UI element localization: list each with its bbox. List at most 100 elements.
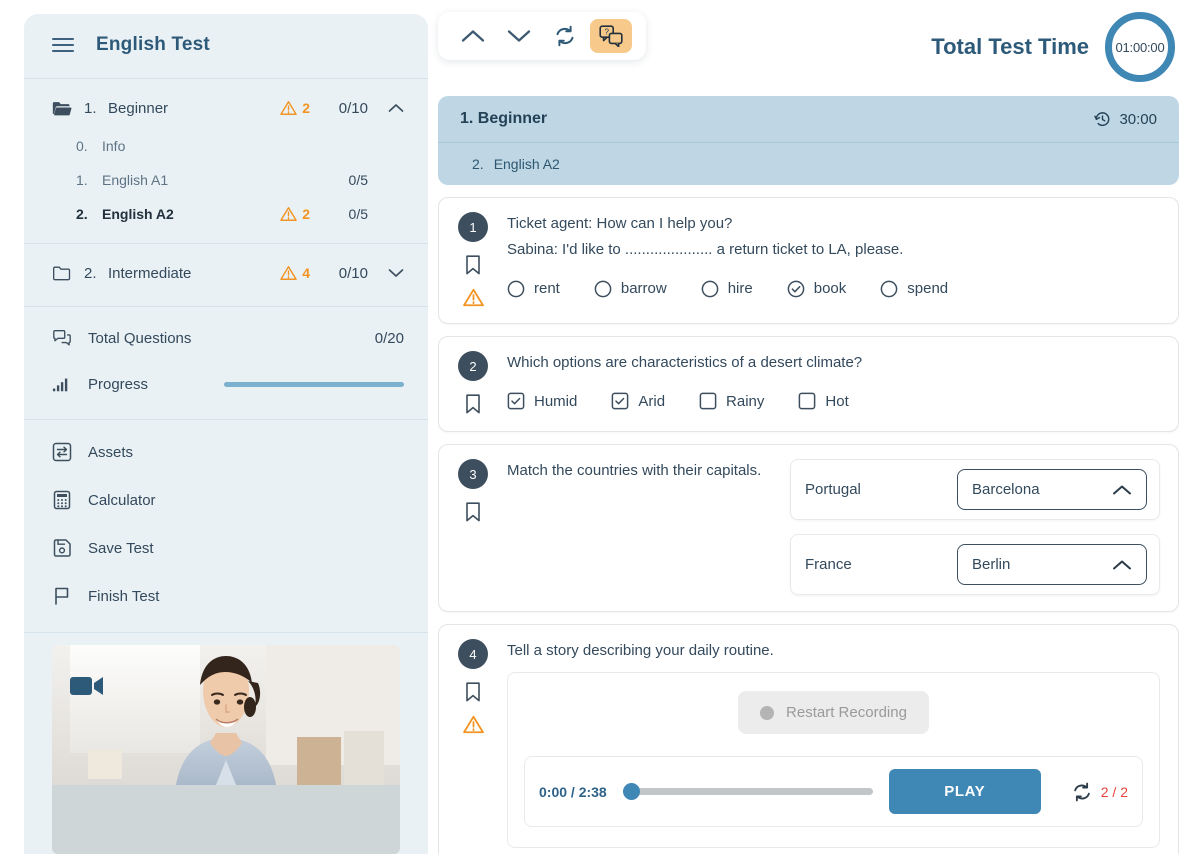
checkbox-option-selected[interactable]: Arid <box>611 392 665 410</box>
warning-triangle-icon <box>462 715 484 734</box>
bookmark-icon[interactable] <box>464 254 482 276</box>
audio-player: 0:00 / 2:38 PLAY 2 / 2 <box>524 756 1143 828</box>
sidebar-item-finish-test[interactable]: Finish Test <box>24 572 428 620</box>
folder-number: 2. <box>84 264 97 282</box>
match-dropdown[interactable]: Barcelona <box>957 469 1147 510</box>
floppy-disk-icon <box>53 539 71 557</box>
checkbox-option-selected[interactable]: Humid <box>507 392 577 410</box>
refresh-icon[interactable] <box>1071 781 1093 803</box>
progress-label: Progress <box>88 375 149 393</box>
match-dropdown[interactable]: Berlin <box>957 544 1147 585</box>
option-label: barrow <box>620 280 667 297</box>
restart-recording-button[interactable]: Restart Recording <box>738 691 929 735</box>
question-body: Tell a story describing your daily routi… <box>507 639 1160 849</box>
radio-unchecked-icon <box>880 280 898 297</box>
subsection-header[interactable]: 2. English A2 <box>438 142 1179 185</box>
question-body: Match the countries with their capitals.… <box>507 459 1160 595</box>
match-selected-value: Barcelona <box>972 481 1040 498</box>
retry-counter: 2 / 2 <box>1057 781 1128 803</box>
refresh-button[interactable] <box>544 19 586 53</box>
option-label: spend <box>907 280 949 297</box>
radio-option-group: rent barrow hire book spend <box>507 280 1160 298</box>
restart-recording-label: Restart Recording <box>786 704 907 722</box>
radio-option[interactable]: rent <box>507 280 560 298</box>
questions-scroll-area[interactable]: 1. Beginner 30:00 2. English A2 1 Ticket… <box>438 96 1179 854</box>
section-timer: 30:00 <box>1094 111 1157 128</box>
sidebar-item-english-a1[interactable]: 1. English A1 0/5 <box>24 163 428 197</box>
section-title: 1. Beginner <box>460 110 548 127</box>
folder-closed-icon <box>53 266 71 281</box>
match-prompt: Match the countries with their capitals. <box>507 459 770 595</box>
sidebar-folder-beginner[interactable]: 1. Beginner 2 0/10 <box>24 87 428 129</box>
chevron-up-icon[interactable] <box>388 103 404 113</box>
bookmark-icon[interactable] <box>464 681 482 703</box>
radio-checked-icon <box>787 280 805 297</box>
subitem-number: 1. <box>76 172 88 188</box>
flag-icon <box>55 587 69 605</box>
folder-score: 0/10 <box>338 99 368 117</box>
folder-warning-badge: 4 <box>280 265 310 281</box>
sidebar-item-english-a2[interactable]: 2. English A2 2 0/5 <box>24 197 428 231</box>
sidebar-item-save-test[interactable]: Save Test <box>24 524 428 572</box>
bar-chart-icon <box>52 378 68 392</box>
folder-score: 0/10 <box>338 264 368 282</box>
option-label: hire <box>727 280 753 297</box>
radio-option[interactable]: barrow <box>594 280 667 298</box>
sidebar-section-beginner: 1. Beginner 2 0/10 0. Info 1. English A1… <box>24 79 428 244</box>
chevron-up-icon <box>1113 560 1131 569</box>
match-row: Portugal Barcelona <box>790 459 1160 520</box>
sidebar-item-label: Calculator <box>88 491 156 509</box>
sidebar-item-label: Save Test <box>88 539 154 557</box>
warning-triangle-icon <box>462 288 484 307</box>
folder-warning-badge: 2 <box>280 100 310 116</box>
subsection-number: 2. <box>472 156 484 172</box>
play-button[interactable]: PLAY <box>888 769 1041 815</box>
question-overview-button[interactable]: ? <box>590 19 632 53</box>
radio-option[interactable]: spend <box>880 280 948 298</box>
checkbox-option[interactable]: Rainy <box>699 392 764 410</box>
scroll-up-button[interactable] <box>452 19 494 53</box>
radio-option-selected[interactable]: book <box>787 280 846 298</box>
sidebar-folder-intermediate[interactable]: 2. Intermediate 4 0/10 <box>24 252 428 294</box>
checkbox-unchecked-icon <box>799 392 816 410</box>
radio-unchecked-icon <box>594 280 612 297</box>
bookmark-icon[interactable] <box>464 393 482 415</box>
sidebar-item-label: Finish Test <box>88 587 160 605</box>
match-pairs: Portugal Barcelona France Berlin <box>790 459 1160 595</box>
audio-seek-slider[interactable] <box>622 783 873 801</box>
option-label: Arid <box>638 392 666 410</box>
folder-name: Intermediate <box>108 264 192 282</box>
radio-option[interactable]: hire <box>701 280 753 298</box>
question-text-line: Which options are characteristics of a d… <box>507 354 863 371</box>
sidebar-stats: Total Questions 0/20 Progress <box>24 307 428 420</box>
audio-seek-thumb[interactable] <box>622 783 640 801</box>
chat-bubbles-icon <box>53 330 71 346</box>
chevron-down-icon[interactable] <box>388 268 404 278</box>
option-label: Humid <box>534 392 578 410</box>
question-text-line: Match the countries with their capitals. <box>507 462 762 479</box>
folder-name: Beginner <box>108 99 169 117</box>
checkbox-option[interactable]: Hot <box>798 392 849 410</box>
sidebar: English Test 1. Beginner 2 0/10 0. Info … <box>24 14 428 854</box>
bookmark-icon[interactable] <box>464 501 482 523</box>
test-app-window: English Test 1. Beginner 2 0/10 0. Info … <box>0 0 1200 854</box>
total-questions-value: 0/20 <box>374 329 404 347</box>
sidebar-item-info[interactable]: 0. Info <box>24 129 428 163</box>
webcam-preview[interactable] <box>52 645 400 854</box>
sidebar-item-assets[interactable]: Assets <box>24 428 428 476</box>
sidebar-section-intermediate: 2. Intermediate 4 0/10 <box>24 244 428 307</box>
progress-row: Progress <box>24 361 428 407</box>
record-dot-icon <box>760 705 775 720</box>
sidebar-item-calculator[interactable]: Calculator <box>24 476 428 524</box>
hamburger-icon[interactable] <box>52 38 74 52</box>
sidebar-title: English Test <box>96 34 210 55</box>
question-text-line: Sabina: I'd like to ....................… <box>507 241 904 259</box>
audio-seek-track <box>622 788 873 796</box>
recorder-panel: Restart Recording 0:00 / 2:38 PLAY 2 / 2 <box>507 672 1160 849</box>
checkbox-checked-icon <box>612 392 629 410</box>
sidebar-tools: Assets Calculator Save Test Finish Test <box>24 420 428 633</box>
refresh-icon <box>556 25 574 47</box>
warning-triangle-icon <box>280 207 297 221</box>
question-gutter: 1 <box>453 212 493 307</box>
scroll-down-button[interactable] <box>498 19 540 53</box>
